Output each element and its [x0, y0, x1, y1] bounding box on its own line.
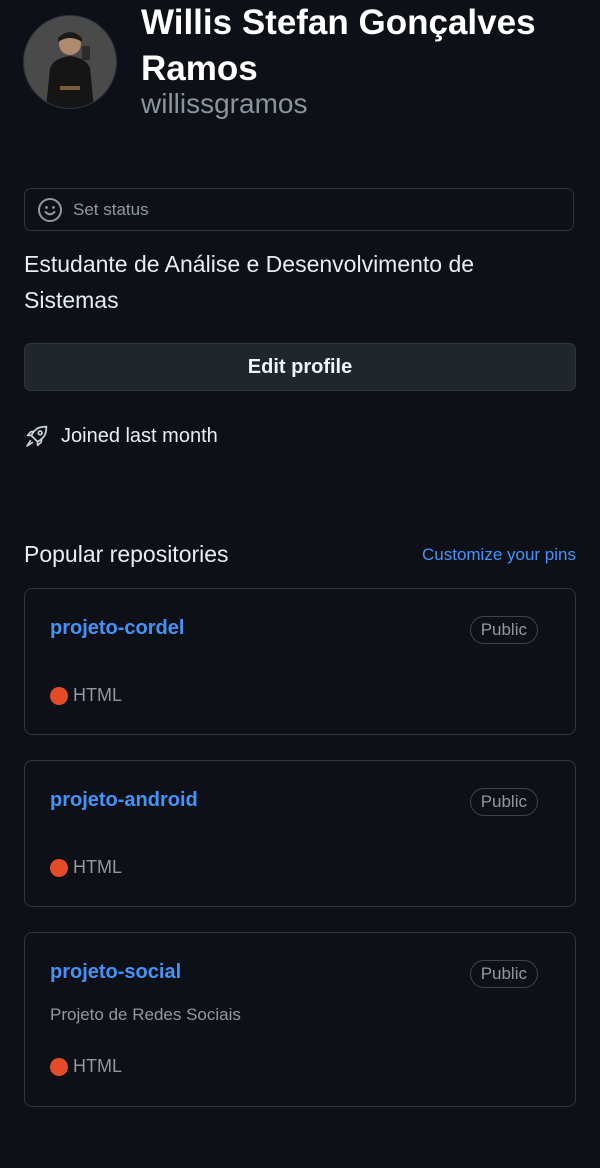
repo-name-link[interactable]: projeto-social	[50, 961, 181, 984]
language-label: HTML	[73, 1056, 122, 1076]
visibility-badge: Public	[469, 616, 538, 644]
profile-bio: Estudante de Análise e Desenvolvimento d…	[24, 251, 475, 313]
joined-label: Joined last month	[61, 425, 218, 447]
avatar-photo	[24, 16, 116, 108]
language-label: HTML	[73, 685, 122, 705]
set-status-button[interactable]: Set status	[24, 188, 574, 231]
repo-card: projeto-social Public Projeto de Redes S…	[24, 932, 576, 1107]
profile-username: willissgramos	[141, 88, 308, 119]
repo-card: projeto-android Public HTML	[24, 760, 576, 907]
popular-repositories-heading: Popular repositories	[24, 541, 229, 567]
repo-name-link[interactable]: projeto-android	[50, 789, 198, 812]
rocket-icon	[24, 424, 49, 449]
language-color-dot	[50, 858, 68, 877]
edit-profile-button[interactable]: Edit profile	[24, 343, 576, 391]
smiley-icon	[37, 197, 63, 223]
repo-language: HTML	[50, 1056, 122, 1077]
repo-name-link[interactable]: projeto-cordel	[50, 617, 184, 640]
repo-description: Projeto de Redes Sociais	[50, 1005, 241, 1024]
set-status-label: Set status	[73, 199, 149, 219]
avatar[interactable]	[24, 16, 116, 108]
customize-pins-link[interactable]: Customize your pins	[422, 545, 576, 565]
repo-card: projeto-cordel Public HTML	[24, 588, 576, 735]
profile-name: Willis Stefan Gonçalves Ramos	[141, 3, 536, 88]
visibility-badge: Public	[469, 960, 538, 988]
language-color-dot	[50, 686, 68, 705]
repo-language: HTML	[50, 857, 122, 878]
language-color-dot	[50, 1057, 68, 1076]
joined-info: Joined last month	[24, 424, 218, 449]
language-label: HTML	[73, 857, 122, 877]
repo-language: HTML	[50, 685, 122, 706]
visibility-badge: Public	[469, 788, 538, 816]
